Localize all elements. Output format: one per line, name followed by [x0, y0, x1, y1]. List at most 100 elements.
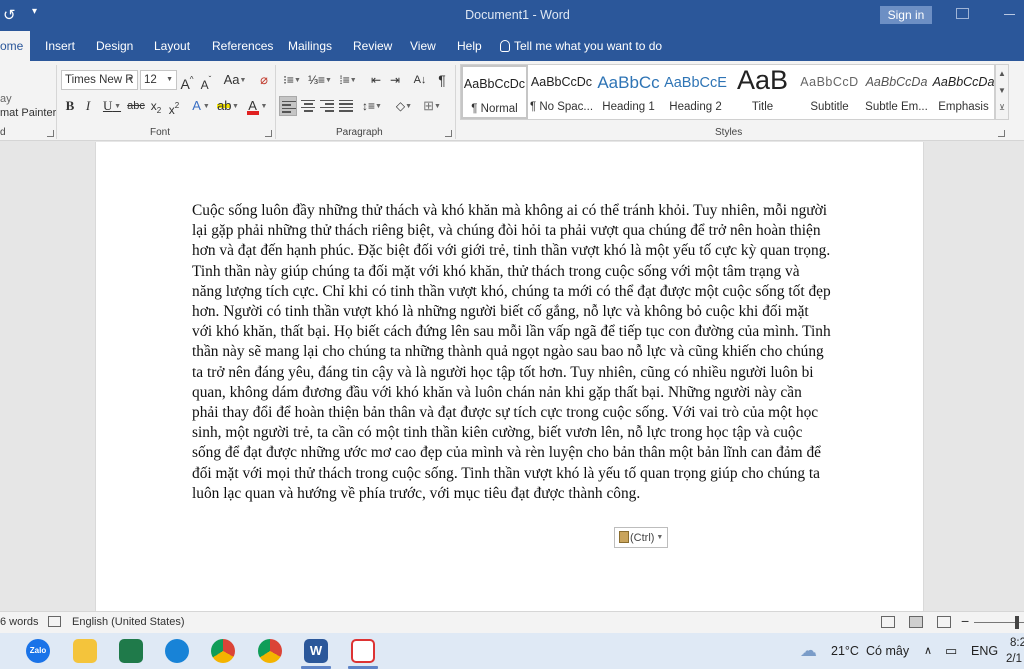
highlight-color-button[interactable]: ab ▼: [215, 96, 241, 116]
clear-formatting-icon[interactable]: ⌀: [256, 70, 272, 90]
minimize-icon[interactable]: [1004, 14, 1015, 15]
increase-indent-icon[interactable]: ⇥: [387, 70, 403, 90]
tab-mailings[interactable]: Mailings: [288, 31, 332, 61]
tab-view[interactable]: View: [410, 31, 436, 61]
change-case-button[interactable]: Aa▼: [222, 70, 248, 90]
tab-references[interactable]: References: [212, 31, 273, 61]
style-sample: AaBbCcE: [664, 75, 727, 91]
taskbar: Zalo W ☁ 21°C Có mây ∧ ▭ ENG 8:2 2/1: [0, 633, 1024, 669]
input-language[interactable]: ENG: [971, 633, 998, 669]
numbering-button[interactable]: ⅓≡▼: [308, 70, 332, 90]
superscript-button[interactable]: x2: [166, 96, 182, 117]
clipboard-group-label: d: [0, 127, 6, 138]
style-name: Emphasis: [938, 101, 989, 113]
file-explorer-icon[interactable]: [73, 639, 97, 663]
format-painter-button[interactable]: mat Painter: [0, 107, 56, 119]
edge-browser-icon[interactable]: [165, 639, 189, 663]
shrink-font-button[interactable]: Aˇ: [199, 70, 213, 92]
chevron-down-icon: ▼: [127, 76, 134, 83]
style-name: Title: [751, 101, 774, 113]
bullets-button[interactable]: ⁝≡▼: [280, 70, 304, 90]
decrease-indent-icon[interactable]: ⇤: [368, 70, 384, 90]
multilevel-list-button[interactable]: ⁞≡▼: [336, 70, 360, 90]
read-mode-icon[interactable]: [881, 616, 895, 628]
styles-gallery-scroll[interactable]: ▲ ▼ ⊻: [995, 64, 1009, 120]
font-size-value: 12: [144, 74, 157, 86]
chrome-browser-icon[interactable]: [211, 639, 235, 663]
font-color-button[interactable]: A ▼: [244, 96, 270, 116]
paragraph-dialog-launcher-icon[interactable]: [445, 130, 452, 137]
print-layout-icon[interactable]: [909, 616, 923, 628]
microsoft-store-icon[interactable]: [119, 639, 143, 663]
tab-layout[interactable]: Layout: [154, 31, 190, 61]
style-name: Heading 1: [602, 101, 655, 113]
style-no-spacing[interactable]: AaBbCcDc ¶ No Spac...: [528, 65, 595, 119]
style-sample: AaBbCcDa: [865, 75, 928, 89]
sort-icon[interactable]: A↓: [412, 70, 428, 90]
style-heading-1[interactable]: AaBbCc Heading 1: [595, 65, 662, 119]
align-left-button[interactable]: [279, 96, 297, 116]
line-spacing-button[interactable]: ↕≡▼: [360, 96, 384, 116]
tab-home[interactable]: ome: [0, 31, 30, 61]
font-size-combo[interactable]: 12 ▼: [140, 70, 177, 90]
document-body-text[interactable]: Cuộc sống luôn đầy những thử thách và kh…: [192, 201, 832, 504]
tab-help[interactable]: Help: [457, 31, 482, 61]
underline-button[interactable]: U ▼: [99, 96, 125, 116]
shading-button[interactable]: ◇▼: [392, 96, 416, 116]
status-bar: 6 words English (United States) −: [0, 611, 1024, 633]
more-styles-icon[interactable]: ⊻: [996, 99, 1008, 116]
borders-button[interactable]: ⊞▼: [420, 96, 444, 116]
web-layout-icon[interactable]: [937, 616, 951, 628]
word-app-icon[interactable]: W: [304, 639, 328, 663]
weather-description[interactable]: Có mây: [866, 633, 909, 669]
tell-me-search[interactable]: Tell me what you want to do: [500, 31, 662, 61]
text-effects-button[interactable]: A ▼: [189, 96, 213, 116]
lightbulb-icon: [500, 40, 510, 52]
style-heading-2[interactable]: AaBbCcE Heading 2: [662, 65, 729, 119]
align-center-button[interactable]: [299, 96, 317, 116]
style-subtitle[interactable]: AaBbCcD Subtitle: [796, 65, 863, 119]
align-right-icon: [320, 100, 334, 112]
tab-insert[interactable]: Insert: [45, 31, 75, 61]
justify-icon: [339, 100, 353, 112]
font-name-combo[interactable]: Times New R ▼: [61, 70, 138, 90]
show-formatting-marks-icon[interactable]: ¶: [434, 70, 450, 90]
grow-font-button[interactable]: A^: [180, 70, 194, 92]
italic-button[interactable]: I: [81, 96, 95, 116]
tab-review[interactable]: Review: [353, 31, 392, 61]
bold-button[interactable]: B: [63, 96, 77, 116]
chevron-up-icon[interactable]: ∧: [924, 633, 932, 669]
language-status[interactable]: English (United States): [72, 616, 185, 628]
sign-in-button[interactable]: Sign in: [880, 6, 932, 24]
proofing-icon[interactable]: [48, 616, 61, 627]
style-emphasis[interactable]: AaBbCcDa Emphasis: [930, 65, 997, 119]
subscript-button[interactable]: x2: [148, 96, 164, 116]
chevron-down-icon[interactable]: ▼: [996, 82, 1008, 99]
justify-button[interactable]: [337, 96, 355, 116]
align-right-button[interactable]: [318, 96, 336, 116]
clipboard-dialog-launcher-icon[interactable]: [47, 130, 54, 137]
style-sample: AaB: [736, 65, 789, 95]
clipboard-icon: [619, 531, 629, 543]
word-count[interactable]: 6 words: [0, 616, 39, 628]
snipping-tool-icon[interactable]: [351, 639, 375, 663]
document-page[interactable]: Cuộc sống luôn đầy những thử thách và kh…: [95, 142, 924, 611]
style-title[interactable]: AaB Title: [729, 65, 796, 119]
speaker-icon[interactable]: ▭: [945, 633, 957, 669]
styles-dialog-launcher-icon[interactable]: [998, 130, 1005, 137]
style-sample: AaBbCcDa: [932, 75, 995, 89]
weather-temperature[interactable]: 21°C: [831, 633, 859, 669]
zalo-app-icon[interactable]: Zalo: [26, 639, 50, 663]
style-normal[interactable]: AaBbCcDc ¶ Normal: [461, 65, 528, 119]
chrome-profile-icon[interactable]: [258, 639, 282, 663]
style-sample: AaBbCcDc: [530, 75, 593, 89]
font-dialog-launcher-icon[interactable]: [265, 130, 272, 137]
style-subtle-emphasis[interactable]: AaBbCcDa Subtle Em...: [863, 65, 930, 119]
ribbon-display-options-icon[interactable]: [956, 8, 969, 19]
zoom-out-icon[interactable]: −: [961, 613, 969, 629]
strikethrough-button[interactable]: abc: [127, 96, 145, 116]
chevron-up-icon[interactable]: ▲: [996, 65, 1008, 82]
clock-date[interactable]: 2/1: [1006, 641, 1022, 669]
paste-options-button[interactable]: (Ctrl) ▼: [614, 527, 668, 548]
tab-design[interactable]: Design: [96, 31, 133, 61]
